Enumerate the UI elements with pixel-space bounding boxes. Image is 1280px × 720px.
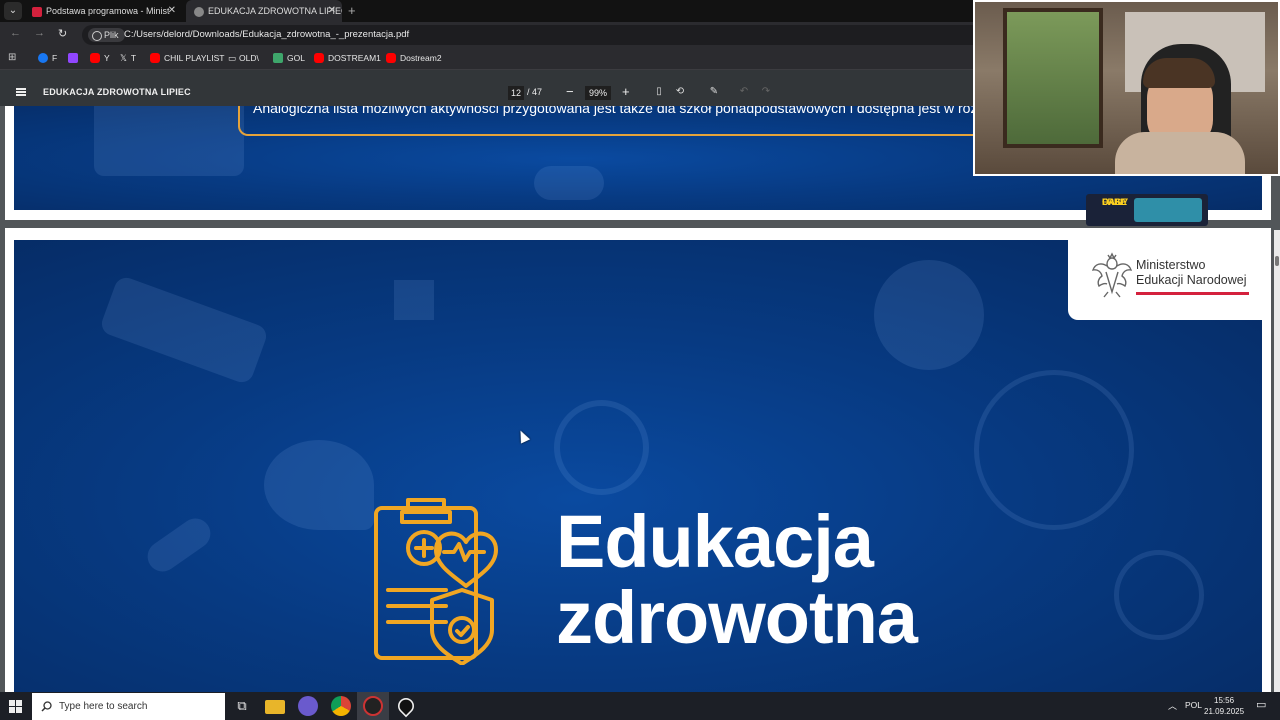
clock-decor-icon <box>554 400 649 495</box>
location-app-icon[interactable] <box>394 694 418 718</box>
tab-search-button[interactable]: ⌄ <box>4 2 22 20</box>
site-info-chip[interactable]: Plik <box>88 28 125 42</box>
magnifier-decor-icon <box>1114 550 1204 640</box>
gol-icon <box>273 53 283 63</box>
free-daily-case-banner[interactable]: FREE DAILY CASE <box>1086 194 1208 226</box>
windows-taskbar: Type here to search ⧉ ︿ POL 15:56 21.09.… <box>0 692 1280 720</box>
close-tab-icon[interactable]: ✕ <box>328 0 336 22</box>
youtube-icon <box>150 53 160 63</box>
bookmark-youtube[interactable]: Y <box>90 53 110 63</box>
back-icon[interactable]: ← <box>10 27 21 39</box>
bookmark-old-folder[interactable]: ▭ OLD\ <box>228 53 259 64</box>
slide-title-line1: Edukacja <box>556 500 874 583</box>
ministry-red-line <box>1136 292 1249 295</box>
dumbbell-decor-icon <box>98 274 270 386</box>
document-title: EDUKACJA ZDROWOTNA LIPIEC <box>43 87 191 97</box>
twitch-icon <box>68 53 78 63</box>
draw-icon[interactable]: ✎ <box>708 86 720 98</box>
youtube-icon <box>90 53 100 63</box>
streamer-hair <box>1143 58 1215 88</box>
taskbar-search[interactable]: Type here to search <box>32 693 225 720</box>
webcam-overlay <box>973 0 1280 176</box>
zoom-out-button[interactable]: − <box>566 84 574 99</box>
chrome-app-icon[interactable] <box>331 696 351 716</box>
fit-page-icon[interactable]: ▯ <box>653 86 665 98</box>
ministry-name: Ministerstwo Edukacji Narodowej <box>1136 258 1247 287</box>
page-total: / 47 <box>527 87 543 97</box>
heart-decor-icon <box>264 440 374 530</box>
system-clock[interactable]: 15:56 21.09.2025 <box>1204 695 1244 717</box>
bookmark-x[interactable]: 𝕏T <box>120 53 136 64</box>
zoom-input[interactable]: 99% <box>585 86 611 100</box>
omnibox[interactable]: Plik C:/Users/delord/Downloads/Edukacja_… <box>82 25 982 45</box>
close-tab-icon[interactable]: ✕ <box>168 0 176 22</box>
bookmark-chil-playlist[interactable]: CHIL PLAYLIST <box>150 53 224 63</box>
food-decor-icon <box>874 260 984 370</box>
clipboard-decor-icon <box>94 106 244 176</box>
streamer-shirt <box>1115 132 1245 174</box>
task-view-icon[interactable]: ⧉ <box>232 696 252 716</box>
folder-icon: ▭ <box>228 53 237 63</box>
tab-podstawa[interactable]: Podstawa programowa - Minist ✕ <box>24 0 182 22</box>
plus-decor-icon <box>394 280 434 320</box>
menu-icon[interactable] <box>16 88 26 96</box>
x-logo-icon: 𝕏 <box>120 53 127 63</box>
language-indicator[interactable]: POL <box>1185 700 1202 710</box>
pill-decor-icon <box>534 166 604 200</box>
obs-app-icon[interactable] <box>363 696 383 716</box>
pdf-favicon-icon <box>194 6 204 17</box>
tray-expand-icon[interactable]: ︿ <box>1168 699 1177 712</box>
info-callout: Analogiczna lista możliwych aktywności p… <box>238 106 1018 136</box>
notifications-icon[interactable]: ▭ <box>1256 698 1266 711</box>
facebook-icon <box>38 53 48 63</box>
ministry-logo-card: Ministerstwo Edukacji Narodowej <box>1068 240 1264 320</box>
file-explorer-icon[interactable] <box>265 700 285 714</box>
viewer-scrollbar[interactable] <box>1274 230 1280 692</box>
case-image <box>1134 198 1202 222</box>
discord-app-icon[interactable] <box>298 696 318 716</box>
forward-icon[interactable]: → <box>34 27 45 39</box>
reload-icon[interactable]: ↻ <box>58 27 67 40</box>
url-text[interactable]: C:/Users/delord/Downloads/Edukacja_zdrow… <box>124 29 409 40</box>
page-number-input[interactable]: 12 <box>508 86 524 100</box>
search-icon <box>41 701 52 712</box>
eagle-emblem-icon <box>1092 252 1132 298</box>
rotate-icon[interactable]: ⟲ <box>674 86 686 98</box>
youtube-icon <box>386 53 396 63</box>
tab-edukacja[interactable]: EDUKACJA ZDROWOTNA LIPIEC ✕ <box>186 0 342 22</box>
window-backdrop <box>1003 8 1103 148</box>
youtube-icon <box>314 53 324 63</box>
zoom-in-button[interactable]: + <box>622 84 630 99</box>
pill-decor-icon <box>141 512 217 578</box>
undo-icon[interactable]: ↶ <box>738 86 750 98</box>
new-tab-button[interactable]: + <box>348 0 356 22</box>
bookmark-twitch[interactable] <box>68 53 82 63</box>
basketball-decor-icon <box>974 370 1134 530</box>
windows-start-icon[interactable] <box>9 700 22 713</box>
slide-title-line2: zdrowotna <box>556 576 918 659</box>
bookmark-facebook[interactable]: F <box>38 53 57 63</box>
redo-icon[interactable]: ↷ <box>760 86 772 98</box>
viewer-scroll-thumb[interactable] <box>1275 256 1279 266</box>
bookmark-gol[interactable]: GOL <box>273 53 305 63</box>
callout-text: Analogiczna lista możliwych aktywności p… <box>253 106 994 116</box>
ministry-favicon-icon <box>32 6 42 17</box>
bookmark-dostream1[interactable]: DOSTREAM1 <box>314 53 381 63</box>
health-clipboard-icon <box>374 498 498 665</box>
bookmark-dostream2[interactable]: Dostream2 <box>386 53 442 63</box>
apps-grid-icon[interactable]: ⊞ <box>8 52 16 63</box>
